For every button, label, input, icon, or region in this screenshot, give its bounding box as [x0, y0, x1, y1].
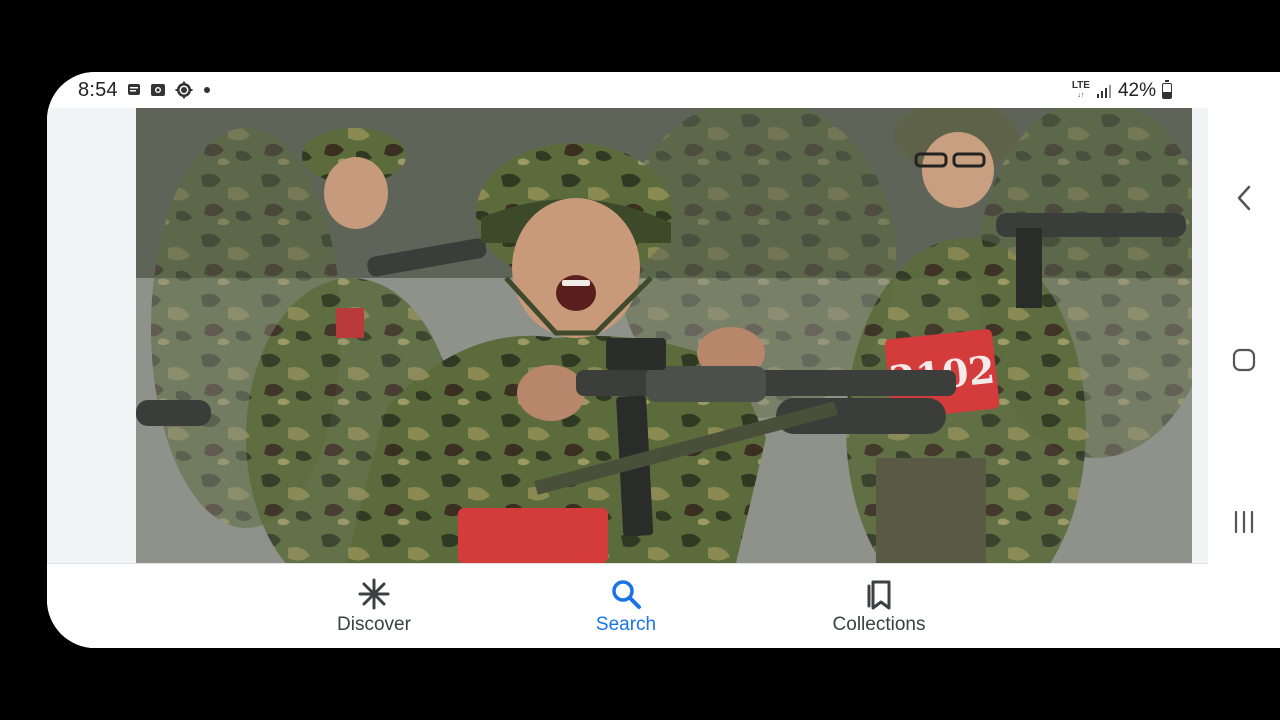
tab-search[interactable]: Search: [556, 578, 696, 636]
battery-percent: 42%: [1117, 80, 1156, 101]
system-navigation-bar: [1208, 108, 1280, 648]
status-bar: 8:54 LTE ↓↑ 42%: [47, 72, 1280, 108]
status-system-icons: LTE ↓↑ 42%: [1072, 80, 1172, 102]
recents-button[interactable]: [1232, 508, 1256, 536]
signal-icon: [1096, 85, 1111, 98]
back-icon: [1237, 185, 1251, 211]
dot-icon: [204, 87, 210, 93]
status-notification-icons: [127, 81, 212, 99]
tab-discover-label: Discover: [337, 614, 411, 635]
message-icon: [128, 84, 140, 95]
tab-search-label: Search: [595, 614, 657, 635]
photo-icon: [151, 84, 165, 96]
bottom-navigation: Discover Search Collections: [47, 563, 1208, 648]
status-time: 8:54: [78, 79, 118, 101]
bookmarks-icon: [867, 580, 891, 610]
tab-discover[interactable]: Discover: [304, 578, 444, 636]
back-button[interactable]: [1232, 184, 1256, 212]
home-button[interactable]: [1232, 346, 1256, 374]
recents-icon: [1234, 510, 1254, 534]
search-icon: [612, 580, 641, 609]
network-type: LTE ↓↑: [1071, 80, 1090, 100]
image-viewer[interactable]: 2102: [47, 108, 1208, 563]
result-image[interactable]: 2102: [136, 108, 1192, 563]
asterisk-icon: [358, 578, 390, 610]
tab-collections[interactable]: Collections: [809, 578, 949, 636]
phone-screen: 8:54 LTE ↓↑ 42% Discover Search Collecti…: [47, 72, 1280, 648]
home-icon: [1232, 348, 1256, 372]
settings-gear-icon: [175, 81, 193, 99]
soldiers-photo: 2102: [136, 108, 1192, 563]
network-label: LTE: [1071, 80, 1090, 91]
battery-icon: [1162, 80, 1172, 99]
tab-collections-label: Collections: [832, 614, 926, 635]
